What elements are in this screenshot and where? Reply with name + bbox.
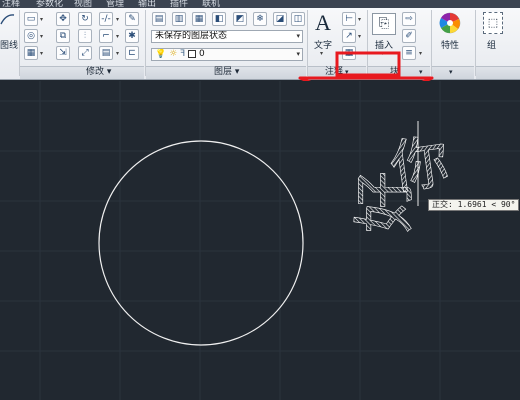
move-icon[interactable]: ✥: [56, 12, 70, 26]
hatch-icon[interactable]: ▦: [24, 46, 38, 60]
layer-properties-icon[interactable]: ▤: [152, 12, 166, 26]
menu-item-online[interactable]: 联机: [202, 0, 220, 8]
layers-panel-title[interactable]: 图层 ▾: [214, 66, 239, 79]
block-panel-dropdown[interactable]: ▾: [419, 66, 423, 79]
rectangle-icon[interactable]: ▭: [24, 12, 38, 26]
layer-color-swatch: [188, 49, 197, 58]
modify-panel-title-bar[interactable]: [20, 66, 144, 79]
trim-icon[interactable]: -/-: [99, 12, 113, 26]
block-panel-title[interactable]: 块: [390, 66, 399, 79]
linear-dimension-icon[interactable]: ⊢: [342, 12, 356, 26]
layer-isolate-icon[interactable]: ◩: [233, 12, 247, 26]
copy-icon[interactable]: ⧉: [56, 29, 70, 43]
scale-icon[interactable]: ⤢: [78, 46, 92, 60]
array-icon[interactable]: ▤: [99, 46, 113, 60]
chevron-down-icon[interactable]: ▾: [116, 50, 119, 57]
properties-label[interactable]: 特性: [441, 38, 459, 51]
groups-panel-title-bar[interactable]: [476, 66, 520, 79]
menu-item-manage[interactable]: 管理: [106, 0, 124, 8]
menu-item-view[interactable]: 视图: [74, 0, 92, 8]
edit-block-icon[interactable]: ✐: [402, 29, 416, 43]
properties-color-wheel-icon[interactable]: [438, 11, 462, 35]
text-tool-icon[interactable]: A: [312, 11, 334, 35]
properties-panel-title-bar[interactable]: [432, 66, 474, 79]
hatched-text-lower[interactable]: 好: [348, 171, 422, 234]
group-icon[interactable]: ⬚: [483, 12, 503, 34]
ellipse-icon[interactable]: ◎: [24, 29, 38, 43]
drawn-circle[interactable]: [98, 140, 304, 346]
chevron-down-icon[interactable]: ▾: [40, 16, 43, 23]
chevron-down-icon[interactable]: ▾: [116, 16, 119, 23]
chevron-down-icon[interactable]: ▾: [381, 50, 384, 57]
menu-bar: 注释 参数化 视图 管理 输出 插件 联机: [0, 0, 520, 8]
menu-item-plugins[interactable]: 插件: [170, 0, 188, 8]
chevron-down-icon[interactable]: ▾: [40, 50, 43, 57]
current-layer-dropdown[interactable]: 💡 ☼ ꟻ 0 ▾: [151, 48, 303, 61]
lightbulb-icon: 💡: [155, 49, 167, 59]
chevron-down-icon[interactable]: ▾: [116, 33, 119, 40]
layer-state-value: 未保存的图层状态: [155, 31, 228, 41]
ribbon: 图线 ▭ ▾ ◎ ▾ ▦ ▾ ✥ ↻ -/- ▾ ✎ ⧉ ⫶ ⌐ ▾ ✱ ⇲ ⤢…: [0, 8, 520, 80]
lock-open-icon: ꟻ: [180, 49, 186, 59]
drawing-canvas[interactable]: 你 好 正交: 1.6961 < 90°: [0, 81, 520, 400]
stretch-icon[interactable]: ⇲: [56, 46, 70, 60]
insert-block-icon[interactable]: ⎘: [372, 13, 396, 35]
block-attributes-icon[interactable]: ≡: [402, 46, 416, 60]
menu-item-parametric[interactable]: 参数化: [36, 0, 63, 8]
fillet-icon[interactable]: ⌐: [99, 29, 113, 43]
chevron-down-icon[interactable]: ▾: [358, 33, 361, 40]
layer-freeze-icon[interactable]: ❄: [253, 12, 267, 26]
menu-item-output[interactable]: 输出: [138, 0, 156, 8]
annotation-panel-title[interactable]: 注释: [325, 66, 343, 79]
sun-icon: ☼: [169, 49, 178, 59]
layer-lock-icon[interactable]: ◫: [291, 12, 305, 26]
layer-previous-icon[interactable]: ◧: [212, 12, 226, 26]
chevron-down-icon[interactable]: ▾: [419, 50, 422, 57]
properties-panel-dropdown[interactable]: ▾: [449, 66, 453, 79]
layer-match-icon[interactable]: ▦: [192, 12, 206, 26]
annotation-panel-dropdown[interactable]: ▾: [345, 66, 349, 79]
explode-icon[interactable]: ✱: [125, 29, 139, 43]
modify-panel-title[interactable]: 修改 ▾: [86, 66, 111, 79]
offset-icon[interactable]: ⊏: [125, 46, 139, 60]
layer-state-icon[interactable]: ▥: [172, 12, 186, 26]
hatched-text-group[interactable]: 你 好: [340, 101, 460, 251]
table-icon[interactable]: ▦: [342, 46, 356, 60]
leader-icon[interactable]: ↗: [342, 29, 356, 43]
arc-icon[interactable]: [0, 12, 16, 26]
erase-icon[interactable]: ✎: [125, 12, 139, 26]
layer-state-dropdown[interactable]: 未保存的图层状态 ▾: [151, 30, 303, 43]
menu-item-annotate[interactable]: 注释: [2, 0, 20, 8]
groups-label[interactable]: 组: [487, 38, 496, 51]
chevron-down-icon[interactable]: ▾: [358, 16, 361, 23]
chevron-down-icon: ▾: [296, 50, 300, 58]
create-block-icon[interactable]: ⇨: [402, 12, 416, 26]
current-layer-value: 0: [198, 49, 205, 59]
mirror-icon[interactable]: ⫶: [78, 29, 92, 43]
ortho-tooltip: 正交: 1.6961 < 90°: [428, 199, 520, 211]
layer-off-icon[interactable]: ◪: [273, 12, 287, 26]
rotate-icon[interactable]: ↻: [78, 12, 92, 26]
chevron-down-icon[interactable]: ▾: [40, 33, 43, 40]
draw-partial-label: 图线: [0, 41, 19, 51]
chevron-down-icon: ▾: [296, 32, 300, 40]
chevron-down-icon[interactable]: ▾: [320, 50, 323, 57]
